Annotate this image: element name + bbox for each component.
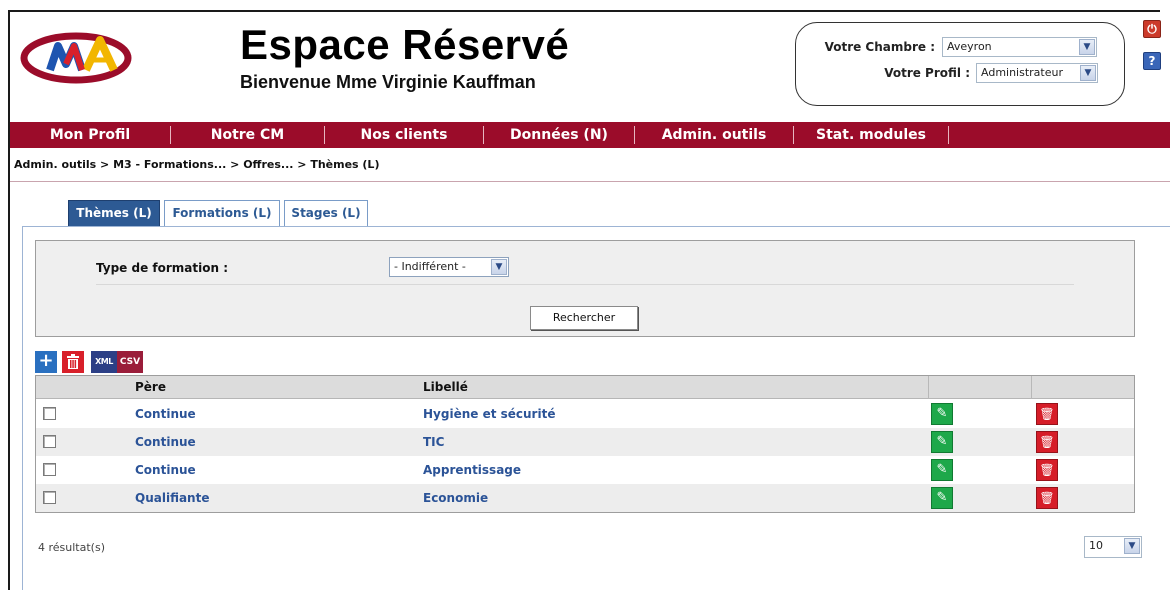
profile-label: Votre Profil :: [884, 66, 970, 80]
filter-divider: [96, 284, 1074, 285]
main-nav: Mon Profil Notre CM Nos clients Données …: [10, 122, 1170, 148]
libelle-link[interactable]: Apprentissage: [423, 463, 521, 477]
trash-icon: 🗑: [1039, 463, 1055, 477]
delete-button[interactable]: 🗑: [1036, 487, 1058, 509]
libelle-link[interactable]: Hygiène et sécurité: [423, 407, 555, 421]
nav-separator: [948, 126, 949, 144]
pencil-icon: ✎: [936, 406, 948, 421]
pere-link[interactable]: Continue: [135, 435, 196, 449]
column-separator: [928, 376, 929, 399]
trash-icon: 🗑: [1039, 491, 1055, 505]
chamber-select-value: Aveyron: [947, 40, 992, 53]
tab-formations[interactable]: Formations (L): [164, 200, 280, 227]
pere-link[interactable]: Qualifiante: [135, 491, 209, 505]
themes-table: Père Libellé Continue Hygiène et sécurit…: [35, 375, 1135, 513]
search-button[interactable]: Rechercher: [530, 306, 638, 330]
cma-logo: [20, 26, 138, 86]
formation-type-label: Type de formation :: [96, 261, 228, 275]
help-button[interactable]: ?: [1143, 52, 1161, 70]
power-button[interactable]: ⏻: [1143, 20, 1161, 38]
pencil-icon: ✎: [936, 434, 948, 449]
export-csv-button[interactable]: CSV: [117, 351, 143, 373]
add-button[interactable]: +: [35, 351, 57, 373]
column-header-pere[interactable]: Père: [135, 380, 166, 394]
page-title: Espace Réservé: [240, 21, 570, 68]
page-size-select[interactable]: 10 ▼: [1084, 536, 1142, 558]
pencil-icon: ✎: [936, 462, 948, 477]
row-checkbox[interactable]: [43, 407, 56, 420]
column-separator: [1031, 376, 1032, 399]
edit-button[interactable]: ✎: [931, 403, 953, 425]
table-header: Père Libellé: [36, 376, 1134, 399]
libelle-link[interactable]: TIC: [423, 435, 444, 449]
breadcrumb-divider: [10, 181, 1170, 182]
pere-link[interactable]: Continue: [135, 463, 196, 477]
profile-select[interactable]: Administrateur ▼: [976, 63, 1098, 83]
chamber-select[interactable]: Aveyron ▼: [942, 37, 1097, 57]
nav-item-notre-cm[interactable]: Notre CM: [171, 122, 324, 148]
nav-item-mon-profil[interactable]: Mon Profil: [10, 122, 170, 148]
welcome-message: Bienvenue Mme Virginie Kauffman: [240, 72, 536, 92]
trash-icon: 🗑: [1039, 435, 1055, 449]
formation-type-value: - Indifférent -: [394, 260, 466, 273]
table-row: Qualifiante Economie ✎ 🗑: [36, 484, 1134, 512]
profile-select-value: Administrateur: [981, 66, 1063, 79]
delete-button[interactable]: 🗑: [1036, 403, 1058, 425]
chevron-down-icon: ▼: [491, 259, 507, 275]
delete-button[interactable]: 🗑: [1036, 459, 1058, 481]
trash-icon: 🗑: [1039, 407, 1055, 421]
table-row: Continue TIC ✎ 🗑: [36, 428, 1134, 456]
edit-button[interactable]: ✎: [931, 431, 953, 453]
column-header-libelle[interactable]: Libellé: [423, 380, 468, 394]
nav-item-stat-modules[interactable]: Stat. modules: [794, 122, 948, 148]
power-icon: ⏻: [1147, 22, 1157, 36]
pere-link[interactable]: Continue: [135, 407, 196, 421]
tab-stages[interactable]: Stages (L): [284, 200, 368, 227]
delete-button[interactable]: 🗑: [1036, 431, 1058, 453]
edit-button[interactable]: ✎: [931, 459, 953, 481]
table-row: Continue Apprentissage ✎ 🗑: [36, 456, 1134, 484]
row-checkbox[interactable]: [43, 463, 56, 476]
formation-type-select[interactable]: - Indifférent - ▼: [389, 257, 509, 277]
trash-icon: [67, 354, 79, 369]
result-count: 4 résultat(s): [38, 541, 105, 554]
row-checkbox[interactable]: [43, 435, 56, 448]
chevron-down-icon: ▼: [1080, 65, 1096, 81]
help-icon: ?: [1148, 54, 1156, 68]
nav-item-nos-clients[interactable]: Nos clients: [325, 122, 483, 148]
tab-themes[interactable]: Thèmes (L): [68, 200, 160, 227]
chamber-label: Votre Chambre :: [824, 40, 935, 54]
nav-item-donnees[interactable]: Données (N): [484, 122, 634, 148]
chevron-down-icon: ▼: [1124, 538, 1140, 554]
chevron-down-icon: ▼: [1079, 39, 1095, 55]
edit-button[interactable]: ✎: [931, 487, 953, 509]
export-xml-button[interactable]: XML: [91, 351, 117, 373]
delete-selected-button[interactable]: [62, 351, 84, 373]
nav-item-admin-outils[interactable]: Admin. outils: [635, 122, 793, 148]
libelle-link[interactable]: Economie: [423, 491, 488, 505]
breadcrumb: Admin. outils > M3 - Formations... > Off…: [14, 158, 380, 171]
page-size-value: 10: [1089, 539, 1103, 552]
pencil-icon: ✎: [936, 490, 948, 505]
table-row: Continue Hygiène et sécurité ✎ 🗑: [36, 400, 1134, 428]
plus-icon: +: [38, 350, 54, 371]
row-checkbox[interactable]: [43, 491, 56, 504]
